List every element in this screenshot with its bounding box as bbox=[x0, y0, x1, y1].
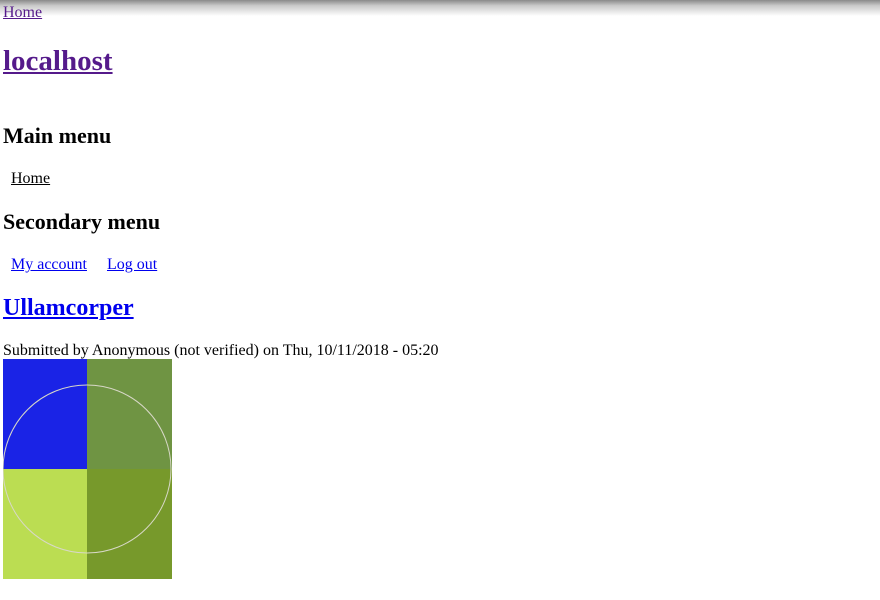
main-menu: Home bbox=[11, 170, 70, 188]
log-out-link[interactable]: Log out bbox=[107, 256, 157, 273]
main-menu-heading: Main menu bbox=[3, 123, 112, 148]
top-shadow bbox=[0, 0, 880, 16]
my-account-link[interactable]: My account bbox=[11, 256, 87, 273]
skip-to-home-link[interactable]: Home bbox=[3, 4, 42, 22]
submitted-info: Submitted by Anonymous (not verified) on… bbox=[3, 342, 439, 359]
image-quadrant-bottom-right bbox=[87, 469, 172, 579]
image-quadrant-top-left bbox=[3, 359, 87, 469]
article-title: Ullamcorper bbox=[3, 294, 134, 322]
secondary-menu-heading: Secondary menu bbox=[3, 209, 161, 234]
main-menu-item-home: Home bbox=[11, 170, 50, 188]
secondary-menu-item-log-out: Log out bbox=[107, 256, 157, 274]
image-quadrant-top-right bbox=[87, 359, 172, 469]
secondary-menu: My account Log out bbox=[11, 256, 177, 274]
main-menu-home-link[interactable]: Home bbox=[11, 170, 50, 187]
article-image bbox=[3, 359, 172, 579]
secondary-menu-item-my-account: My account bbox=[11, 256, 87, 274]
article-title-link[interactable]: Ullamcorper bbox=[3, 295, 134, 321]
site-name: localhost bbox=[3, 44, 113, 78]
image-quadrant-bottom-left bbox=[3, 469, 87, 579]
site-name-link[interactable]: localhost bbox=[3, 45, 113, 77]
